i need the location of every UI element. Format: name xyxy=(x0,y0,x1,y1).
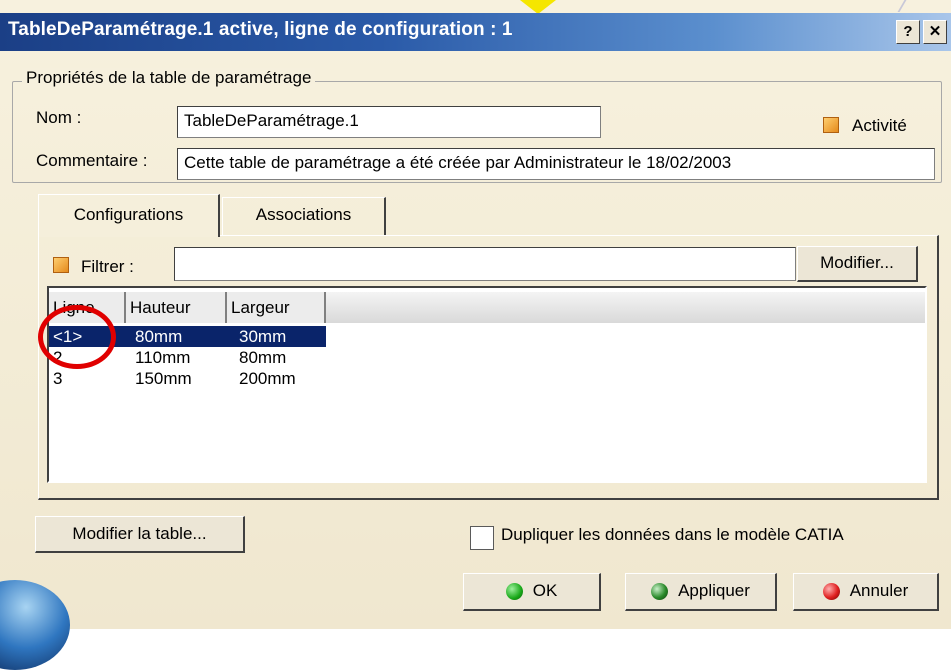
table-cell: 80mm xyxy=(239,348,287,367)
modify-table-button[interactable]: Modifier la table... xyxy=(35,516,245,553)
column-header-hauteur[interactable]: Hauteur xyxy=(126,292,227,323)
activity-label: Activité xyxy=(852,116,907,135)
table-cell: 200mm xyxy=(239,369,296,388)
title-bar[interactable]: TableDeParamétrage.1 active, ligne de co… xyxy=(0,13,951,51)
duplicate-checkbox[interactable] xyxy=(470,526,494,550)
filter-input[interactable] xyxy=(174,247,796,281)
callout-arrow-shape xyxy=(520,0,556,14)
configurations-table: Ligne Hauteur Largeur <1> 80mm 30mm 2 11… xyxy=(47,286,927,483)
tab-configurations[interactable]: Configurations xyxy=(38,194,220,237)
name-label: Nom : xyxy=(36,108,82,127)
table-cell: 3 xyxy=(53,369,63,388)
comment-field[interactable]: Cette table de paramétrage a été créée p… xyxy=(177,148,935,180)
activity-checkbox[interactable] xyxy=(823,117,839,133)
filter-modify-button[interactable]: Modifier... xyxy=(797,246,918,282)
apply-button[interactable]: Appliquer xyxy=(625,573,777,611)
tab-associations[interactable]: Associations xyxy=(222,197,386,235)
cancel-icon xyxy=(822,583,840,601)
properties-group-label: Propriétés de la table de paramétrage xyxy=(22,68,316,88)
table-cell: 30mm xyxy=(239,327,287,346)
table-cell: 80mm xyxy=(135,327,183,346)
table-cell: 150mm xyxy=(135,369,192,388)
close-button[interactable]: ✕ xyxy=(923,20,947,44)
ok-icon xyxy=(505,583,523,601)
window-title: TableDeParamétrage.1 active, ligne de co… xyxy=(8,19,513,40)
comment-label: Commentaire : xyxy=(36,151,148,170)
cancel-label: Annuler xyxy=(849,581,909,600)
name-field[interactable]: TableDeParamétrage.1 xyxy=(177,106,601,138)
help-button[interactable]: ? xyxy=(896,20,920,44)
cancel-button[interactable]: Annuler xyxy=(793,573,939,611)
ok-label: OK xyxy=(532,581,558,600)
column-header-largeur[interactable]: Largeur xyxy=(227,292,326,323)
ok-button[interactable]: OK xyxy=(463,573,601,611)
filter-checkbox[interactable] xyxy=(53,257,69,273)
highlight-circle-annotation xyxy=(38,305,116,369)
globe-logo-icon xyxy=(0,580,70,670)
apply-icon xyxy=(651,583,669,601)
filter-label: Filtrer : xyxy=(81,257,134,276)
table-header: Ligne Hauteur Largeur xyxy=(49,292,925,323)
duplicate-label: Dupliquer les données dans le modèle CAT… xyxy=(501,525,844,544)
dialog-window: TableDeParamétrage.1 active, ligne de co… xyxy=(0,0,951,670)
table-row[interactable]: 3 150mm 200mm xyxy=(49,368,326,389)
decorative-stroke xyxy=(897,0,925,12)
apply-label: Appliquer xyxy=(678,581,750,600)
table-cell: 110mm xyxy=(135,348,191,367)
